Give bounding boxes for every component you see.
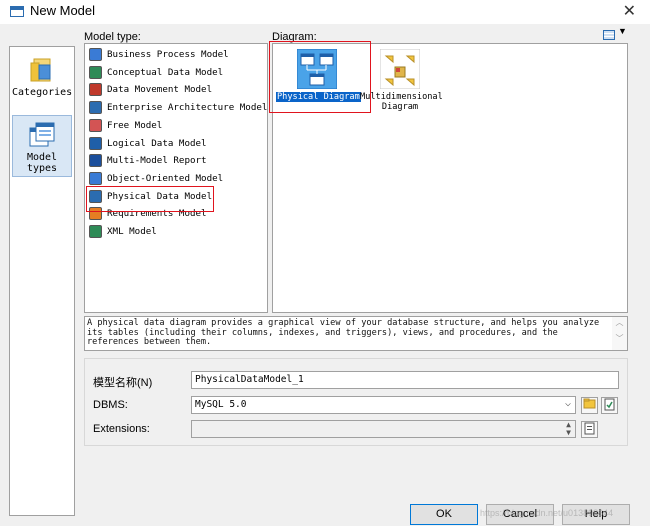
description-content: A physical data diagram provides a graph… [87,318,600,347]
category-label-model-types: Model types [26,152,58,174]
model-type-label: Logical Data Model [107,137,207,149]
conceptual-data-icon [89,65,102,79]
model-type-item[interactable]: Requirements Model [89,206,267,222]
model-types-icon [27,120,57,150]
dbms-label: DBMS: [93,399,128,411]
physical-data-icon [89,189,102,203]
model-type-item[interactable]: Business Process Model [89,47,267,63]
category-model-types[interactable]: Model types [12,115,72,177]
extensions-properties-button[interactable] [581,421,598,438]
view-mode-button[interactable]: ▼ [601,26,627,42]
multidimensional-diagram-icon [379,48,421,90]
watermark: https://blog.csdn.net/u013898644 [480,508,614,518]
diagram-label-multidimensional: Multidimensional Diagram [359,92,443,112]
multi-model-report-icon [89,154,102,168]
diagram-label-physical: Physical Diagram [276,92,361,102]
app-window-icon [10,6,24,17]
model-name-value: PhysicalDataModel_1 [195,374,304,385]
free-model-icon [89,118,102,132]
model-type-item[interactable]: Free Model [89,118,267,134]
enterprise-architecture-icon [89,101,102,115]
chevron-down-icon: ⌵ [564,398,571,409]
new-model-dialog: Categories Model types Model type: Diagr… [0,24,650,526]
diagram-panel: Physical Diagram Multidimensional Diagra… [272,43,628,313]
model-type-list: Business Process Model Conceptual Data Mo… [84,43,268,313]
model-type-label: Multi-Model Report [107,155,207,167]
scroll-up-icon[interactable]: ︿ [612,318,627,328]
category-label-categories: Categories [12,87,73,98]
model-type-label: Object-Oriented Model [107,172,224,184]
extensions-label: Extensions: [93,423,150,435]
model-type-item[interactable]: XML Model [89,224,267,240]
model-type-item[interactable]: Data Movement Model [89,82,267,98]
chevron-down-icon: ▼ [618,26,627,36]
object-oriented-icon [89,171,102,185]
spinner-icon: ▲ ▼ [566,420,571,437]
dbms-value: MySQL 5.0 [195,399,247,410]
model-type-label: Requirements Model [107,208,207,220]
scroll-down-icon[interactable]: ﹀ [612,334,627,344]
logical-data-icon [89,136,102,150]
model-type-item[interactable]: Physical Data Model [89,189,267,205]
category-categories[interactable]: Categories [12,51,72,113]
list-view-icon [603,30,615,40]
extensions-field[interactable]: ▲ ▼ [191,420,576,438]
diagram-label-multidimensional-text: Multidimensional Diagram [360,92,443,112]
xml-model-icon [89,225,102,238]
diagram-item-multidimensional[interactable]: Multidimensional Diagram [359,48,443,112]
properties-icon [604,398,615,411]
model-type-item[interactable]: Enterprise Architecture Model [89,100,267,116]
dbms-browse-button[interactable] [581,397,598,414]
ok-button[interactable]: OK [410,504,478,525]
description-scrollbar[interactable]: ︿ ﹀ [612,317,627,350]
requirements-icon [89,207,102,221]
folder-icon [27,55,57,85]
model-type-label: Data Movement Model [107,84,213,96]
diagram-label: Diagram: [272,31,317,43]
title-bar: New Model ✕ [0,0,650,24]
model-type-label: Physical Data Model [107,190,213,202]
model-name-label: 模型名称(N) [93,377,153,389]
model-form: 模型名称(N) PhysicalDataModel_1 DBMS: MySQL … [84,358,628,446]
model-type-item[interactable]: Multi-Model Report [89,153,267,169]
business-process-icon [89,48,102,61]
model-type-label: Business Process Model [107,49,229,60]
properties-icon [584,422,595,435]
dbms-select[interactable]: MySQL 5.0 ⌵ [191,396,576,414]
model-type-label: XML Model [107,226,157,237]
model-type-label: Enterprise Architecture Model [107,102,268,114]
model-type-label: Free Model [107,119,163,131]
physical-diagram-icon [296,48,338,90]
category-panel: Categories Model types [9,46,75,516]
folder-icon [583,398,596,409]
model-type-label: Conceptual Data Model [107,66,224,78]
model-type-item[interactable]: Object-Oriented Model [89,171,267,187]
model-type-item[interactable]: Logical Data Model [89,136,267,152]
dbms-properties-button[interactable] [601,397,618,414]
diagram-item-physical[interactable]: Physical Diagram [276,48,361,102]
description-text: A physical data diagram provides a graph… [84,316,628,351]
close-icon[interactable]: ✕ [623,1,636,20]
window-title: New Model [30,3,96,18]
data-movement-icon [89,83,102,97]
model-name-input[interactable]: PhysicalDataModel_1 [191,371,619,389]
model-type-item[interactable]: Conceptual Data Model [89,65,267,81]
model-type-label: Model type: [84,31,141,43]
